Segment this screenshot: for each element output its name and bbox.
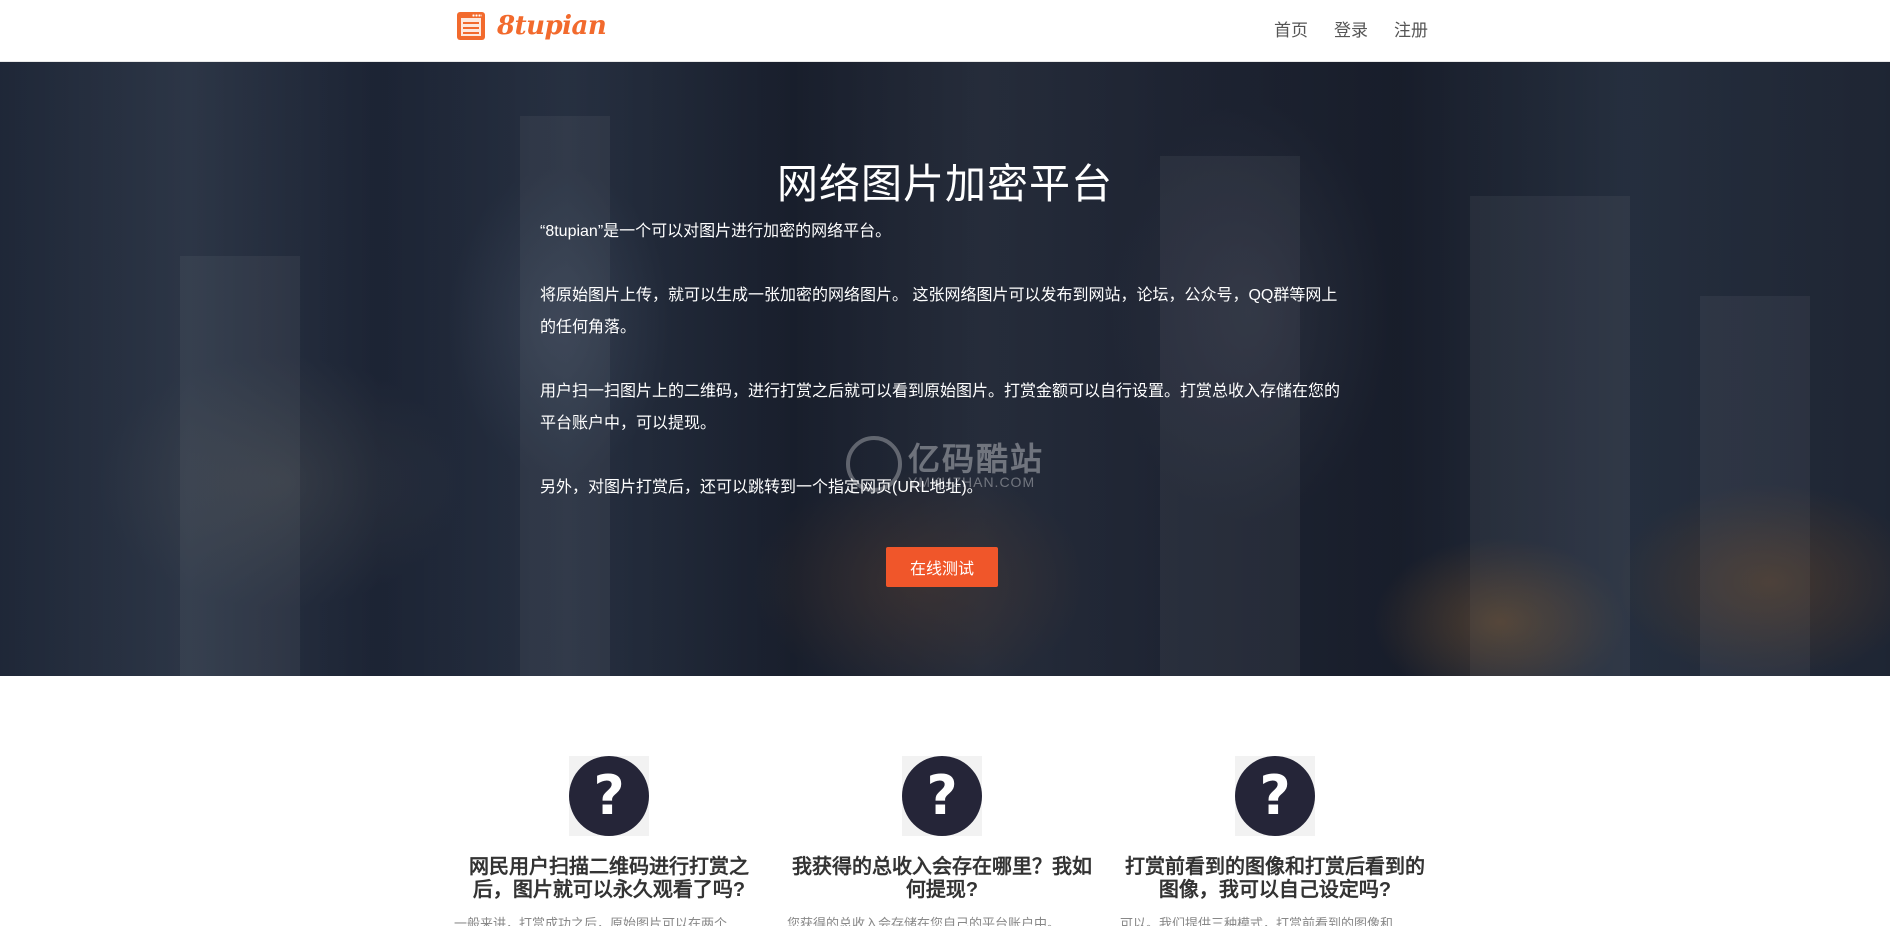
question-icon: ? xyxy=(1235,756,1315,836)
background-building xyxy=(1470,196,1630,676)
question-icon: ? xyxy=(569,756,649,836)
hero-paragraph: “8tupian”是一个可以对图片进行加密的网络平台。 xyxy=(540,223,892,240)
faq-item: ? 网民用户扫描二维码进行打赏之后，图片就可以永久观看了吗? 一般来讲，打赏成功… xyxy=(454,756,764,926)
question-icon-wrap: ? xyxy=(569,756,649,836)
watermark: 亿码酷站 YMKUZHAN.COM xyxy=(846,430,1046,500)
faq-item: ? 我获得的总收入会存在哪里？我如何提现? 您获得的总收入会存储在您自己的平台账… xyxy=(787,756,1097,926)
site-logo[interactable]: 8tupian xyxy=(457,8,607,44)
background-building xyxy=(180,256,300,676)
hero-banner: 网络图片加密平台 “8tupian”是一个可以对图片进行加密的网络平台。 将原始… xyxy=(0,62,1890,676)
nav-login-link[interactable]: 登录 xyxy=(1334,16,1368,41)
watermark-url: YMKUZHAN.COM xyxy=(908,474,1036,490)
watermark-logo-icon xyxy=(846,436,902,492)
background-building xyxy=(1700,296,1810,676)
faq-title: 我获得的总收入会存在哪里？我如何提现? xyxy=(792,856,1092,901)
hero-paragraph: 将原始图片上传，就可以生成一张加密的网络图片。 这张网络图片可以发布到网站，论坛… xyxy=(540,287,1338,336)
logo-text: 8tupian xyxy=(497,11,607,41)
nav-register-link[interactable]: 注册 xyxy=(1394,16,1428,41)
question-icon-wrap: ? xyxy=(902,756,982,836)
faq-title: 网民用户扫描二维码进行打赏之后，图片就可以永久观看了吗? xyxy=(469,856,749,901)
faq-section: ? 网民用户扫描二维码进行打赏之后，图片就可以永久观看了吗? 一般来讲，打赏成功… xyxy=(0,676,1890,926)
online-test-button[interactable]: 在线测试 xyxy=(886,547,998,587)
faq-item: ? 打赏前看到的图像和打赏后看到的图像，我可以自己设定吗? 可以。我们提供三种模… xyxy=(1120,756,1430,926)
logo-calendar-icon xyxy=(457,12,485,40)
top-nav: 首页 登录 注册 xyxy=(1274,16,1428,41)
faq-description: 您获得的总收入会存储在您自己的平台账户中。 xyxy=(787,916,1061,926)
hero-title: 网络图片加密平台 xyxy=(777,161,1113,207)
site-header: 8tupian 首页 登录 注册 xyxy=(0,0,1890,62)
faq-description: 可以。我们提供三种模式，打赏前看到的图像和 xyxy=(1120,916,1394,926)
faq-title: 打赏前看到的图像和打赏后看到的图像，我可以自己设定吗? xyxy=(1125,856,1425,901)
question-icon: ? xyxy=(902,756,982,836)
nav-home-link[interactable]: 首页 xyxy=(1274,16,1308,41)
faq-description: 一般来讲，打赏成功之后，原始图片可以在两个 xyxy=(454,916,728,926)
question-icon-wrap: ? xyxy=(1235,756,1315,836)
